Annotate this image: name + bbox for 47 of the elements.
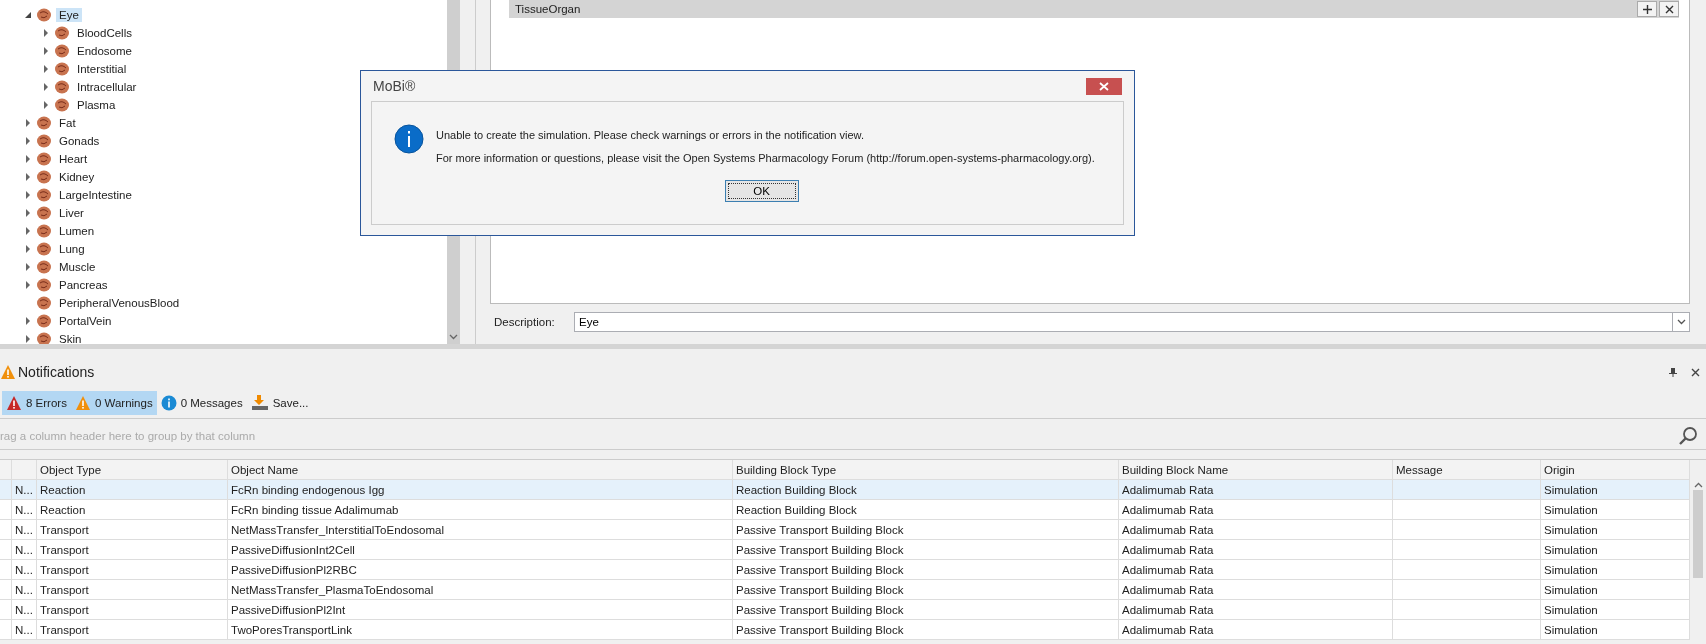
table-cell: Transport [37,580,228,599]
table-cell: Reaction [37,480,228,499]
dialog-message: For more information or questions, please visit the Open Systems Pharmacology Forum (http://forum.open-systems-pharmacology.org). [436,152,1095,164]
table-cell: Adalimumab Rata [1119,620,1393,639]
table-cell: N... [12,600,37,619]
table-cell: N... [12,620,37,639]
table-cell: Reaction Building Block [733,480,1119,499]
table-cell: Adalimumab Rata [1119,520,1393,539]
table-cell: FcRn binding tissue Adalimumab [228,500,733,519]
table-cell: N... [12,580,37,599]
table-cell: Passive Transport Building Block [733,580,1119,599]
description-label: Description: [493,316,556,328]
table-cell: NetMassTransfer_PlasmaToEndosomal [228,580,733,599]
table-cell: Transport [37,540,228,559]
group-hint: rag a column header here to group by that column [0,430,257,442]
table-cell: N... [12,500,37,519]
table-cell: Adalimumab Rata [1119,500,1393,519]
table-cell: Adalimumab Rata [1119,580,1393,599]
table-cell: Passive Transport Building Block [733,540,1119,559]
table-cell: PassiveDiffusionPl2RBC [228,560,733,579]
table-cell: Transport [37,560,228,579]
table-cell: Transport [37,520,228,539]
table-cell: Passive Transport Building Block [733,620,1119,639]
dialog-title: MoBi® [373,78,417,94]
table-cell: Passive Transport Building Block [733,520,1119,539]
table-cell: Adalimumab Rata [1119,540,1393,559]
table-cell: NetMassTransfer_InterstitialToEndosomal [228,520,733,539]
table-cell: Reaction [37,500,228,519]
panel-title: Notifications [18,364,96,380]
table-cell: N... [12,480,37,499]
table-cell: FcRn binding endogenous Igg [228,480,733,499]
table-cell: TwoPoresTransportLink [228,620,733,639]
table-cell: Transport [37,620,228,639]
table-cell: PassiveDiffusionInt2Cell [228,540,733,559]
table-cell: Adalimumab Rata [1119,600,1393,619]
table-cell: Adalimumab Rata [1119,480,1393,499]
tag-label: TissueOrgan [514,3,582,15]
table-cell: N... [12,540,37,559]
table-cell: Adalimumab Rata [1119,560,1393,579]
table-cell: PassiveDiffusionPl2Int [228,600,733,619]
table-cell: Passive Transport Building Block [733,600,1119,619]
table-cell: Transport [37,600,228,619]
table-cell: N... [12,520,37,539]
dialog-message: Unable to create the simulation. Please check warnings or errors in the notification view. [436,129,865,141]
table-cell: Reaction Building Block [733,500,1119,519]
table-cell: Passive Transport Building Block [733,560,1119,579]
table-cell: N... [12,560,37,579]
